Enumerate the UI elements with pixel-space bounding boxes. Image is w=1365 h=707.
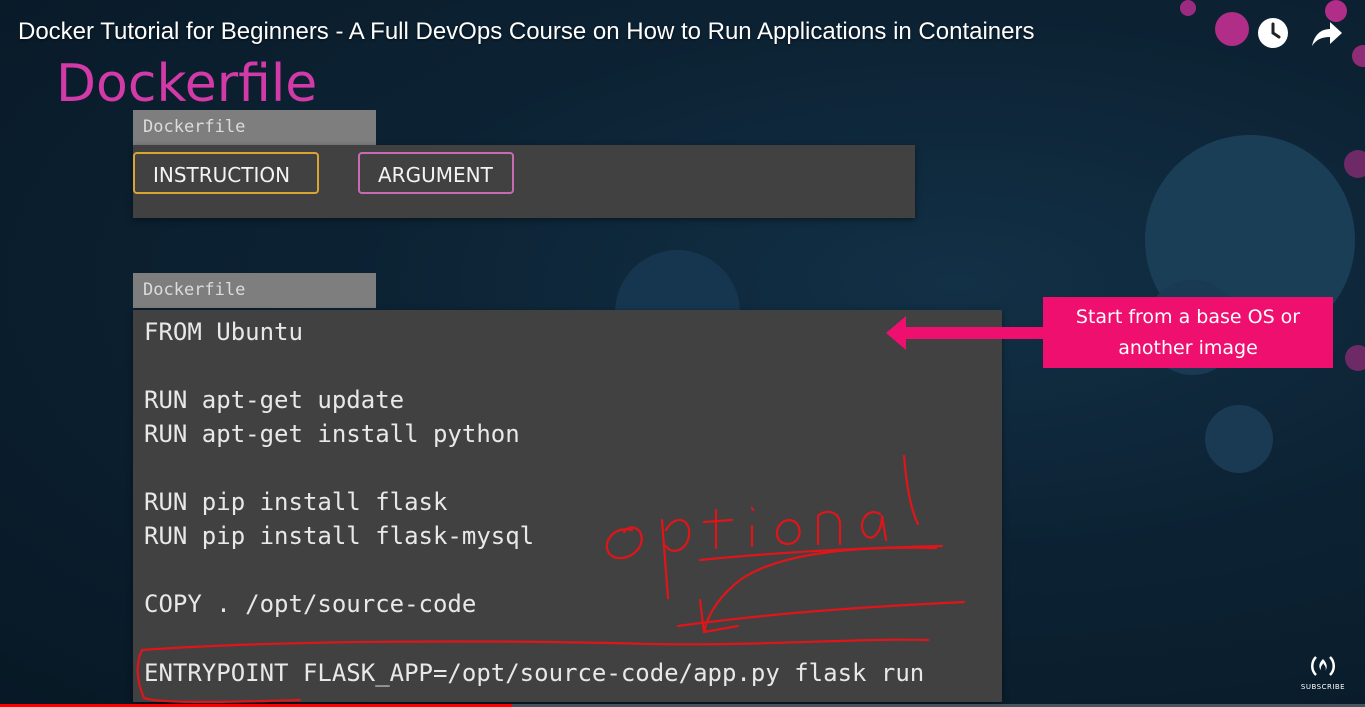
subscribe-label: SUBSCRIBE [1300, 683, 1346, 691]
code-line-from: FROM Ubuntu [144, 318, 303, 346]
code-line-run-pip-flask: RUN pip install flask [144, 488, 448, 516]
video-title[interactable]: Docker Tutorial for Beginners - A Full D… [18, 18, 1034, 46]
share-button[interactable] [1310, 16, 1344, 50]
callout-box: Start from a base OS or another image [1043, 297, 1333, 368]
subscribe-badge[interactable]: SUBSCRIBE [1300, 654, 1346, 691]
format-panel-tab: Dockerfile [133, 110, 376, 145]
code-line-entrypoint: ENTRYPOINT FLASK_APP=/opt/source-code/ap… [144, 659, 925, 687]
bg-circle-small-right [1205, 405, 1273, 473]
bg-dot-pink-4 [1344, 150, 1365, 178]
code-line-run-install-python: RUN apt-get install python [144, 420, 520, 448]
callout-arrow-icon [886, 316, 1046, 350]
callout-line-2: another image [1118, 337, 1258, 359]
callout-line-1: Start from a base OS or [1075, 306, 1301, 328]
share-arrow-icon [1312, 22, 1342, 46]
bg-dot-pink-1 [1215, 12, 1249, 46]
code-panel-tab: Dockerfile [133, 273, 376, 308]
bg-dot-pink-3 [1352, 45, 1365, 67]
freecodecamp-logo-icon [1311, 656, 1335, 676]
clock-icon [1258, 18, 1288, 48]
code-line-run-pip-flask-mysql: RUN pip install flask-mysql [144, 522, 535, 550]
slide-title: Dockerfile [56, 54, 318, 114]
code-line-run-update: RUN apt-get update [144, 386, 405, 414]
argument-label: ARGUMENT [358, 152, 514, 194]
bg-dot-pink-5 [1180, 0, 1196, 16]
code-line-copy: COPY . /opt/source-code [144, 590, 477, 618]
watch-later-button[interactable] [1256, 16, 1290, 50]
bg-dot-pink-6 [1345, 345, 1365, 371]
instruction-label: INSTRUCTION [133, 152, 319, 194]
